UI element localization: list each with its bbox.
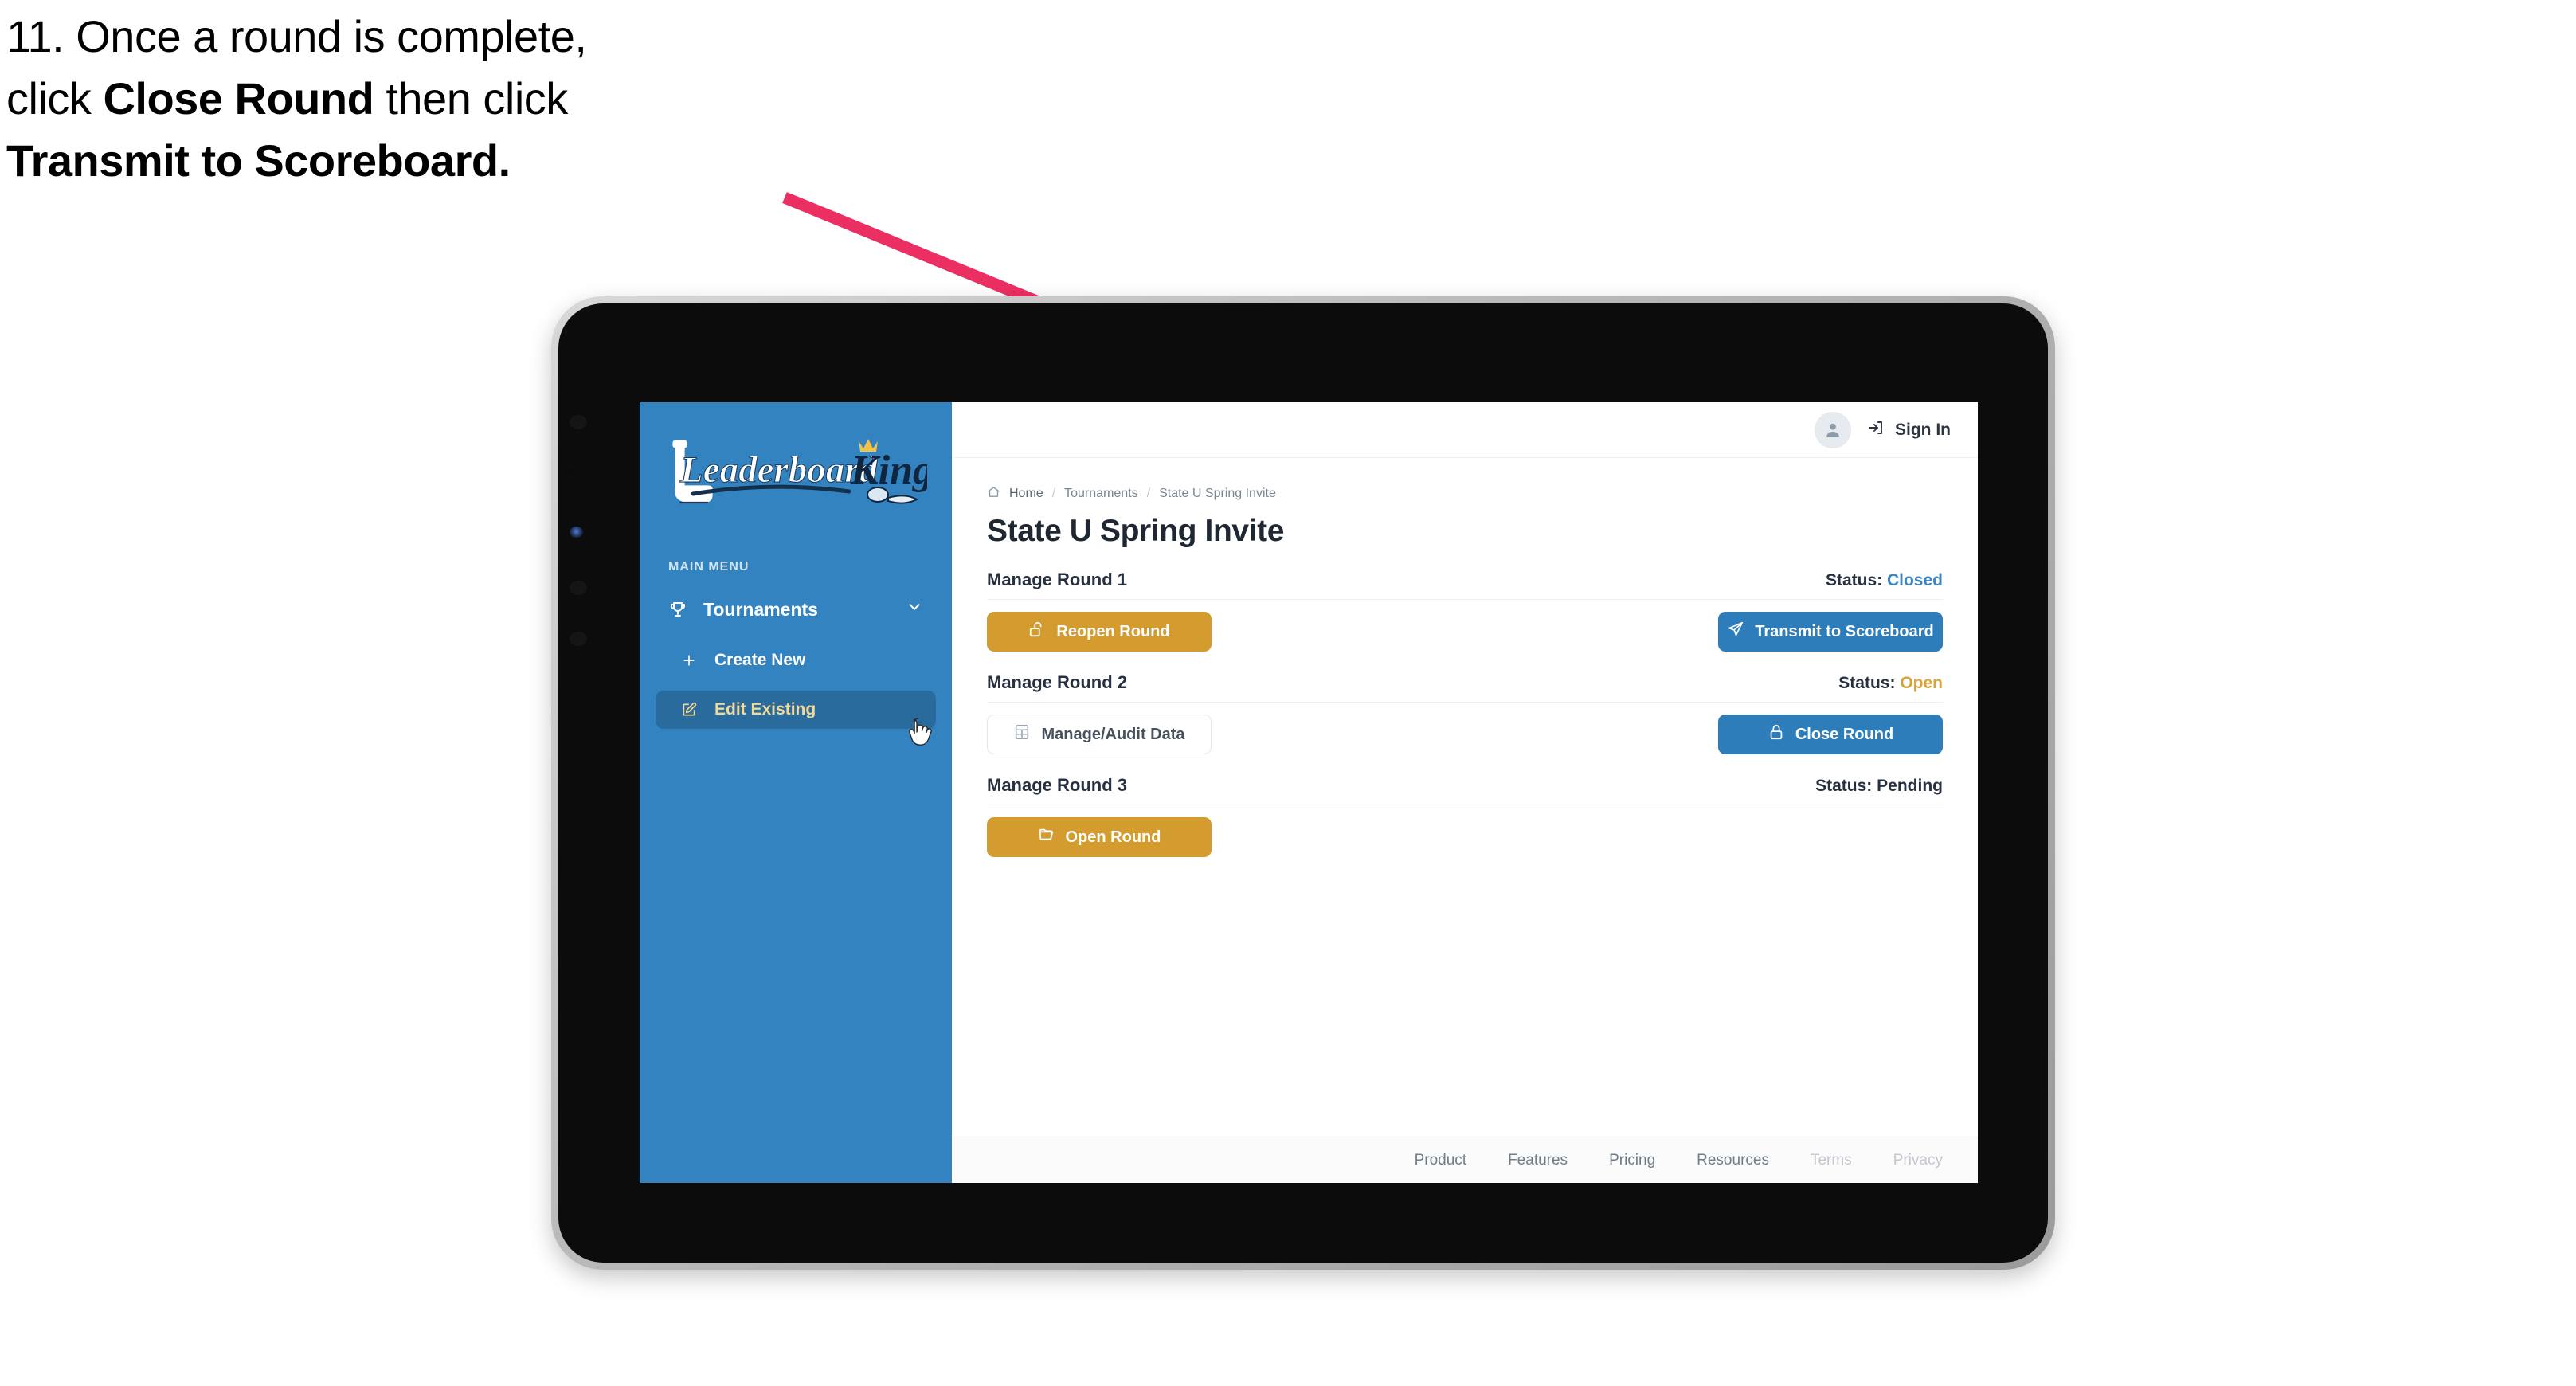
user-avatar-icon[interactable] bbox=[1815, 411, 1851, 448]
round-1-title: Manage Round 1 bbox=[987, 570, 1128, 589]
round-2-header: Manage Round 2 Status: Open bbox=[987, 672, 1943, 703]
round-1-actions: Reopen Round Transmit to Scoreboard bbox=[987, 612, 1943, 652]
bezel-microphone-icon bbox=[570, 469, 575, 474]
page-title: State U Spring Invite bbox=[987, 514, 1284, 548]
caption-line-1: 11. Once a round is complete, bbox=[6, 14, 851, 59]
manage-audit-data-label: Manage/Audit Data bbox=[1041, 725, 1185, 743]
open-round-label: Open Round bbox=[1065, 828, 1161, 846]
instruction-caption: 11. Once a round is complete, click Clos… bbox=[6, 14, 851, 201]
round-block-1: Manage Round 1 Status: Closed Reopen Rou… bbox=[987, 570, 1943, 652]
close-round-label: Close Round bbox=[1795, 725, 1894, 743]
round-3-title: Manage Round 3 bbox=[987, 775, 1128, 795]
transmit-to-scoreboard-label: Transmit to Scoreboard bbox=[1755, 622, 1934, 640]
sign-in-icon bbox=[1867, 418, 1886, 442]
footer-link-privacy[interactable]: Privacy bbox=[1893, 1152, 1943, 1169]
bezel-sensor-icon bbox=[570, 415, 587, 429]
round-3-header: Manage Round 3 Status: Pending bbox=[987, 775, 1943, 805]
edit-square-icon bbox=[681, 702, 703, 718]
round-2-title: Manage Round 2 bbox=[987, 672, 1128, 692]
breadcrumb-separator-2: / bbox=[1146, 487, 1151, 500]
home-icon[interactable] bbox=[987, 485, 1000, 503]
sidebar: Leaderboard King MAIN MENU Tournaments C… bbox=[640, 402, 952, 1183]
round-2-status-label: Status: bbox=[1838, 674, 1896, 692]
round-3-status: Status: Pending bbox=[1815, 777, 1943, 796]
folder-open-icon bbox=[1038, 826, 1055, 848]
sidebar-item-tournaments[interactable]: Tournaments bbox=[656, 589, 936, 630]
caption-close-round-bold: Close Round bbox=[103, 73, 374, 123]
round-3-status-value: Pending bbox=[1877, 777, 1943, 795]
round-1-header: Manage Round 1 Status: Closed bbox=[987, 570, 1943, 600]
bezel-sensor-icon-2 bbox=[570, 581, 587, 595]
footer-link-features[interactable]: Features bbox=[1508, 1152, 1568, 1169]
tablet-screen: Leaderboard King MAIN MENU Tournaments C… bbox=[558, 303, 2048, 1263]
plus-icon bbox=[681, 652, 703, 668]
round-2-status-value: Open bbox=[1900, 674, 1943, 692]
caption-line-2: click Close Round then click bbox=[6, 76, 851, 121]
sidebar-item-edit-existing[interactable]: Edit Existing bbox=[656, 691, 936, 729]
reopen-round-button[interactable]: Reopen Round bbox=[987, 612, 1212, 652]
trophy-icon bbox=[668, 600, 692, 619]
round-block-2: Manage Round 2 Status: Open Manage/Audit… bbox=[987, 672, 1943, 754]
bezel-camera-icon bbox=[570, 527, 583, 538]
unlock-icon bbox=[1028, 621, 1046, 643]
top-bar: Sign In bbox=[952, 402, 1978, 458]
caption-line-2-pre: click bbox=[6, 73, 104, 123]
sidebar-item-create-new-label: Create New bbox=[714, 651, 806, 669]
tablet-device: Leaderboard King MAIN MENU Tournaments C… bbox=[551, 296, 2055, 1270]
leaderboard-king-logo[interactable]: Leaderboard King bbox=[664, 431, 927, 511]
lock-icon bbox=[1768, 723, 1785, 746]
sidebar-item-edit-existing-label: Edit Existing bbox=[714, 700, 816, 718]
sign-in-button[interactable]: Sign In bbox=[1867, 418, 1951, 442]
round-2-status: Status: Open bbox=[1838, 674, 1943, 693]
caption-line-2-post: then click bbox=[374, 73, 568, 123]
bezel-sensor-icon-3 bbox=[570, 632, 587, 646]
manage-audit-data-button[interactable]: Manage/Audit Data bbox=[987, 715, 1212, 754]
main-content: Sign In Home / Tournaments / State U Spr… bbox=[952, 402, 1978, 1183]
chevron-down-icon[interactable] bbox=[906, 598, 923, 621]
sidebar-item-create-new[interactable]: Create New bbox=[656, 641, 936, 679]
screenshot-root: 11. Once a round is complete, click Clos… bbox=[0, 0, 2576, 1386]
open-round-button[interactable]: Open Round bbox=[987, 817, 1212, 857]
caption-line-1-text: 11. Once a round is complete, bbox=[6, 11, 587, 61]
content-area: Home / Tournaments / State U Spring Invi… bbox=[952, 458, 1978, 1137]
breadcrumb-item-tournaments[interactable]: Tournaments bbox=[1064, 487, 1138, 501]
round-1-status-value: Closed bbox=[1886, 571, 1943, 589]
footer-link-resources[interactable]: Resources bbox=[1697, 1152, 1769, 1169]
footer-link-pricing[interactable]: Pricing bbox=[1609, 1152, 1655, 1169]
spreadsheet-icon bbox=[1013, 723, 1031, 746]
sign-in-label: Sign In bbox=[1895, 420, 1951, 439]
round-3-actions: Open Round bbox=[987, 817, 1943, 857]
paper-plane-icon bbox=[1727, 621, 1744, 643]
logo-text-king: King bbox=[850, 448, 927, 493]
logo-text-leaderboard: Leaderboard bbox=[679, 449, 879, 491]
breadcrumb-item-current: State U Spring Invite bbox=[1159, 487, 1276, 500]
sidebar-section-label: MAIN MENU bbox=[668, 560, 750, 574]
caption-transmit-bold: Transmit to Scoreboard. bbox=[6, 135, 511, 186]
sidebar-item-tournaments-label: Tournaments bbox=[703, 598, 818, 620]
round-block-3: Manage Round 3 Status: Pending Open Roun… bbox=[987, 775, 1943, 857]
footer-link-terms[interactable]: Terms bbox=[1811, 1152, 1852, 1169]
footer: Product Features Pricing Resources Terms… bbox=[952, 1137, 1978, 1183]
footer-link-product[interactable]: Product bbox=[1415, 1152, 1466, 1169]
round-2-actions: Manage/Audit Data Close Round bbox=[987, 715, 1943, 754]
close-round-button[interactable]: Close Round bbox=[1718, 715, 1943, 754]
round-3-status-label: Status: bbox=[1815, 777, 1873, 795]
transmit-to-scoreboard-button[interactable]: Transmit to Scoreboard bbox=[1718, 612, 1943, 652]
mouse-pointer-hand-cursor bbox=[909, 718, 932, 746]
breadcrumb-item-home[interactable]: Home bbox=[1009, 487, 1043, 501]
round-1-status: Status: Closed bbox=[1826, 571, 1943, 590]
caption-line-3: Transmit to Scoreboard. bbox=[6, 139, 851, 183]
round-1-status-label: Status: bbox=[1825, 571, 1883, 589]
breadcrumb-separator-1: / bbox=[1051, 487, 1056, 500]
reopen-round-label: Reopen Round bbox=[1056, 622, 1170, 640]
breadcrumb: Home / Tournaments / State U Spring Invi… bbox=[987, 485, 1943, 503]
app-viewport: Leaderboard King MAIN MENU Tournaments C… bbox=[640, 402, 1978, 1183]
